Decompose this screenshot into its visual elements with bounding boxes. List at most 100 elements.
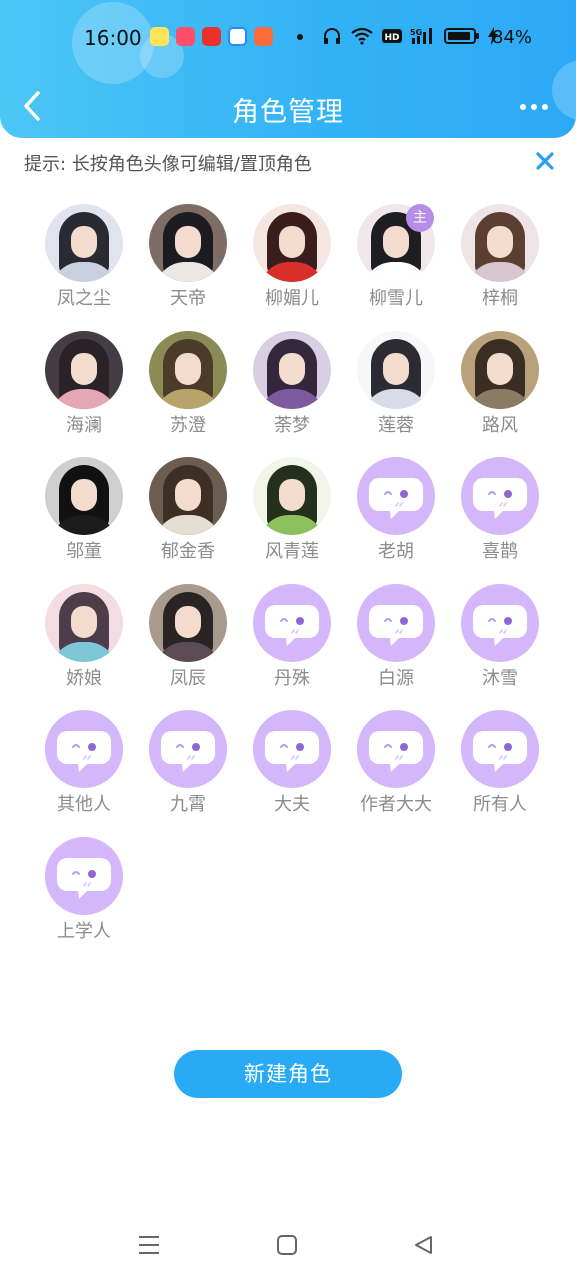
signal-icon: 5G	[410, 28, 432, 44]
character-item[interactable]: 梓桐	[448, 204, 552, 331]
default-avatar[interactable]	[45, 836, 123, 915]
character-name: 沐雪	[482, 667, 518, 689]
character-name: 娇娘	[66, 667, 102, 689]
character-item[interactable]: 九霄	[136, 710, 240, 837]
character-name: 其他人	[57, 794, 111, 815]
character-item[interactable]: 沐雪	[448, 583, 552, 711]
new-character-button[interactable]: 新建角色	[174, 1050, 402, 1098]
status-time: 16:00	[84, 26, 142, 50]
default-avatar[interactable]	[357, 457, 435, 535]
app-header: 16:00 HD 5G 84% 角色管理	[0, 0, 576, 138]
main-character-badge: 主	[406, 204, 434, 232]
character-name: 邬童	[66, 541, 102, 562]
character-avatar[interactable]	[149, 204, 227, 282]
character-avatar[interactable]	[45, 583, 123, 662]
battery-icon	[444, 28, 479, 44]
character-item[interactable]: 路风	[448, 330, 552, 458]
chat-bubble-icon	[265, 604, 319, 646]
character-item[interactable]: 苏澄	[136, 330, 240, 458]
chat-bubble-icon	[369, 731, 423, 772]
character-item[interactable]: 柳媚儿	[240, 204, 344, 331]
page-title: 角色管理	[232, 97, 344, 128]
default-avatar[interactable]	[461, 710, 539, 788]
svg-text:HD: HD	[384, 33, 399, 43]
character-item[interactable]: 喜鹊	[448, 457, 552, 584]
character-name: 九霄	[170, 794, 206, 815]
app-notification-icon	[202, 27, 221, 46]
character-name: 老胡	[378, 541, 414, 562]
character-name: 莲蓉	[378, 414, 414, 436]
character-avatar[interactable]	[253, 204, 331, 282]
character-item[interactable]: 邬童	[32, 457, 136, 584]
character-item[interactable]: 大夫	[240, 710, 344, 837]
character-item[interactable]: 老胡	[344, 457, 448, 584]
character-item[interactable]: 风青莲	[240, 457, 344, 584]
chat-bubble-icon	[161, 731, 215, 772]
app-notification-icon	[228, 27, 247, 46]
character-item[interactable]: 所有人	[448, 710, 552, 837]
close-icon[interactable]	[534, 150, 556, 172]
more-notifications-dot	[297, 34, 303, 40]
character-avatar[interactable]	[45, 330, 123, 409]
character-item[interactable]: 海澜	[32, 330, 136, 458]
character-name: 柳雪儿	[369, 288, 423, 309]
svg-text:5G: 5G	[410, 28, 422, 37]
default-avatar[interactable]	[461, 457, 539, 535]
system-navigation-bar	[0, 1230, 576, 1260]
character-item[interactable]: 荼梦	[240, 330, 344, 458]
character-avatar[interactable]	[461, 330, 539, 409]
character-item[interactable]: 主柳雪儿	[344, 204, 448, 331]
headphones-icon	[324, 28, 340, 44]
character-item[interactable]: 莲蓉	[344, 330, 448, 458]
more-dots-icon[interactable]	[520, 104, 548, 110]
character-avatar[interactable]	[45, 457, 123, 535]
character-name: 喜鹊	[482, 541, 518, 562]
default-avatar[interactable]	[253, 710, 331, 788]
tip-text: 提示: 长按角色头像可编辑/置顶角色	[24, 154, 312, 175]
character-item[interactable]: 娇娘	[32, 583, 136, 711]
character-item[interactable]: 丹殊	[240, 583, 344, 711]
character-avatar[interactable]	[357, 330, 435, 409]
default-avatar[interactable]	[357, 583, 435, 662]
app-notification-icon	[176, 27, 195, 46]
character-name: 上学人	[57, 920, 111, 942]
menu-icon[interactable]	[138, 1234, 160, 1256]
character-name: 凤之尘	[57, 288, 111, 309]
character-item[interactable]: 凤辰	[136, 583, 240, 711]
default-avatar[interactable]	[149, 710, 227, 788]
character-avatar[interactable]	[253, 457, 331, 535]
character-avatar[interactable]	[149, 330, 227, 409]
character-avatar[interactable]	[461, 204, 539, 282]
chat-bubble-icon	[369, 478, 423, 519]
character-name: 白源	[378, 667, 414, 689]
chat-bubble-icon	[57, 731, 111, 772]
character-avatar[interactable]	[45, 204, 123, 282]
character-avatar[interactable]	[149, 457, 227, 535]
character-avatar[interactable]	[253, 330, 331, 409]
triangle-back-icon[interactable]	[412, 1234, 434, 1256]
character-item[interactable]: 白源	[344, 583, 448, 711]
system-icons: HD 5G	[322, 27, 498, 45]
default-avatar[interactable]	[253, 583, 331, 662]
character-item[interactable]: 天帝	[136, 204, 240, 331]
character-name: 作者大大	[360, 794, 432, 815]
default-avatar[interactable]	[45, 710, 123, 788]
default-avatar[interactable]	[357, 710, 435, 788]
character-item[interactable]: 其他人	[32, 710, 136, 837]
character-item[interactable]: 上学人	[32, 836, 136, 964]
character-item[interactable]: 凤之尘	[32, 204, 136, 331]
chat-bubble-icon	[265, 731, 319, 772]
character-name: 柳媚儿	[265, 288, 319, 309]
character-item[interactable]: 郁金香	[136, 457, 240, 584]
character-name: 大夫	[274, 794, 310, 815]
chat-bubble-icon	[473, 731, 527, 772]
character-avatar[interactable]	[149, 583, 227, 662]
character-name: 天帝	[170, 288, 206, 309]
title-bar: 角色管理	[0, 80, 576, 136]
character-name: 郁金香	[161, 541, 215, 562]
chat-bubble-icon	[369, 604, 423, 646]
wifi-icon	[351, 27, 373, 45]
character-item[interactable]: 作者大大	[344, 710, 448, 837]
default-avatar[interactable]	[461, 583, 539, 662]
square-home-icon[interactable]	[276, 1234, 298, 1256]
